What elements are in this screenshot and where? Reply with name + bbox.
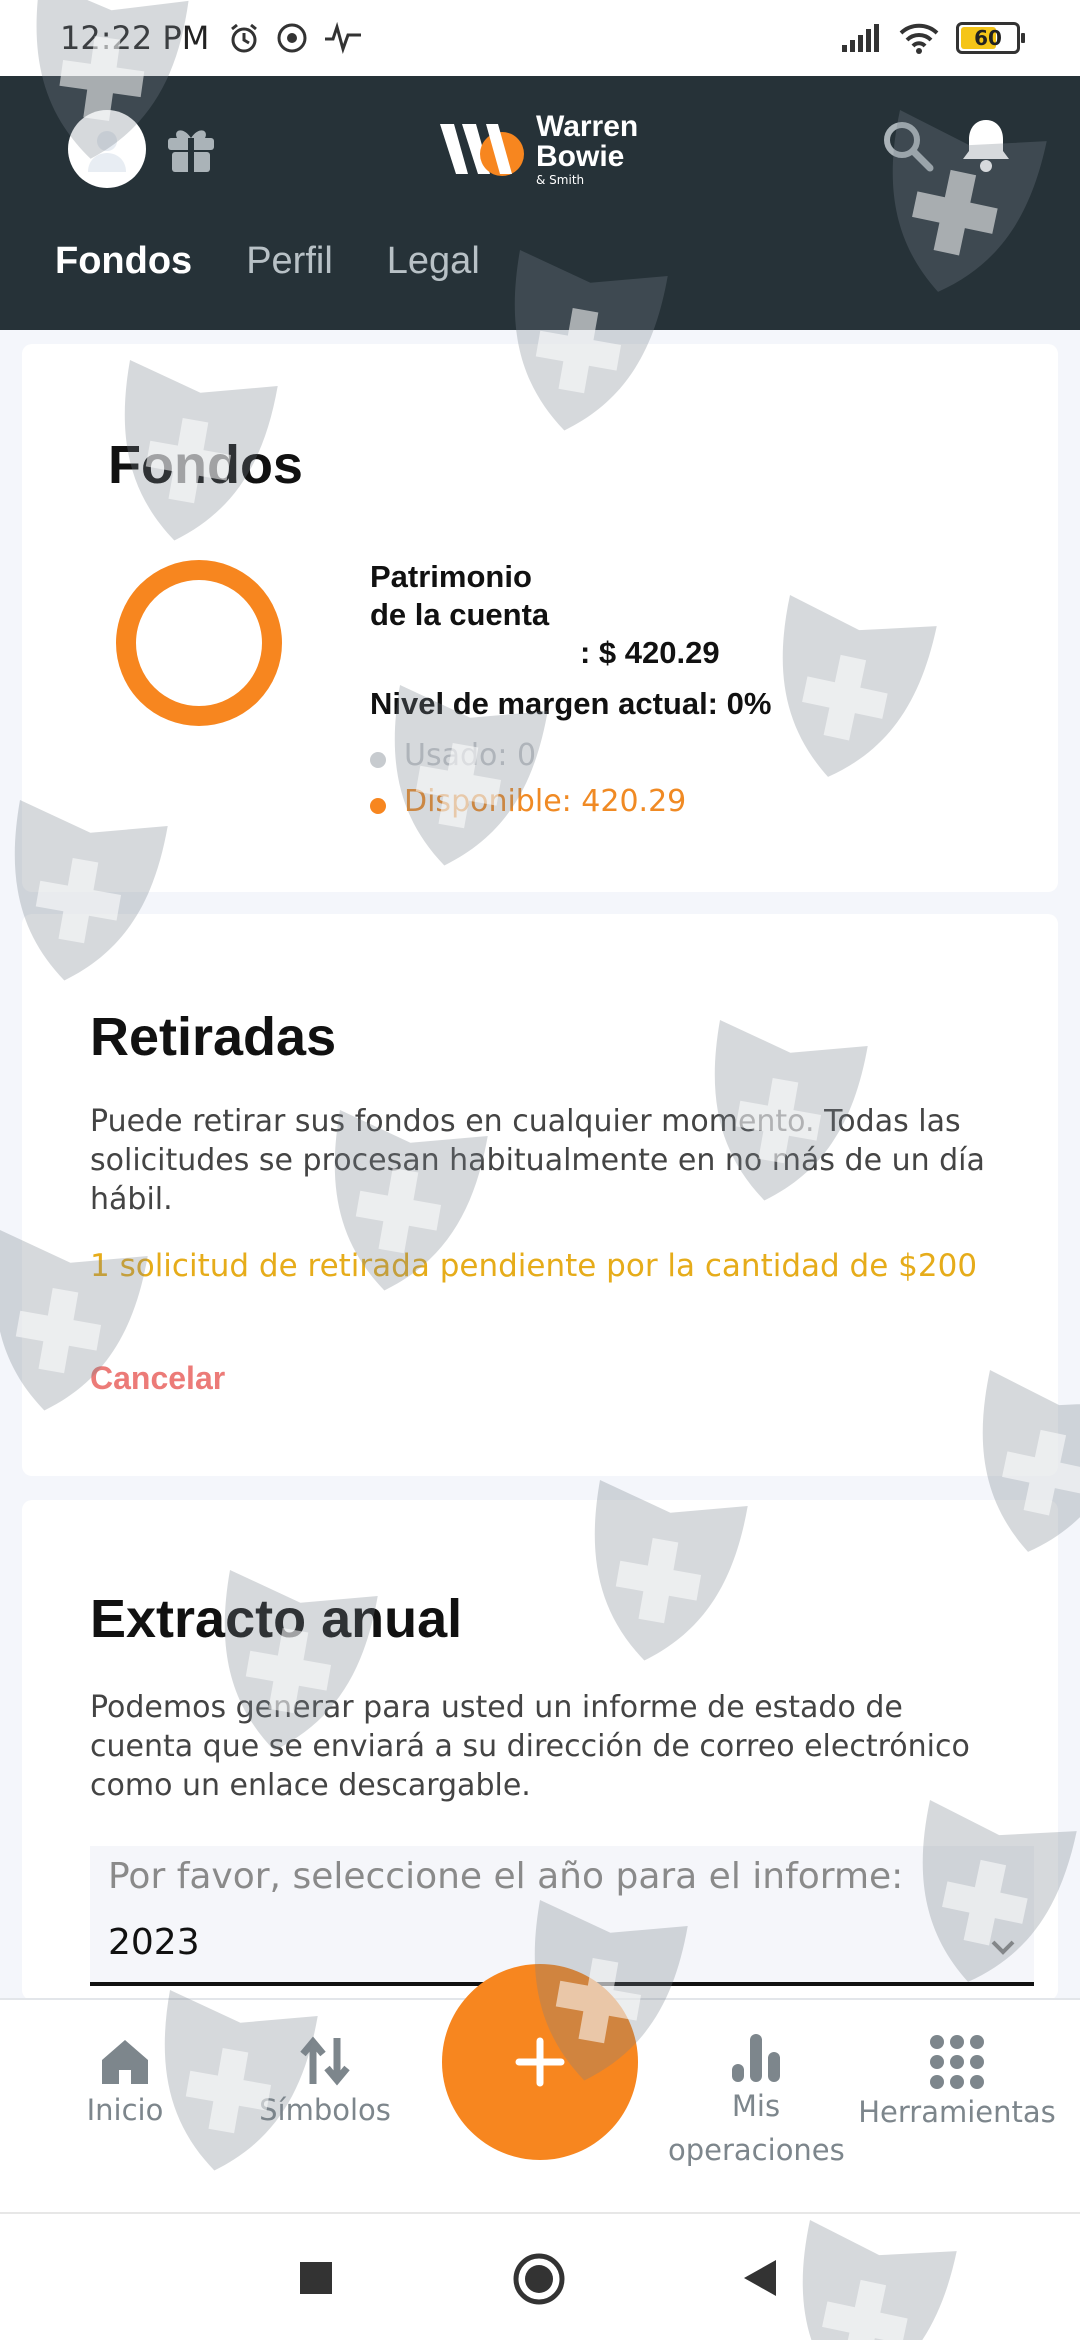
home-circle-icon[interactable] [512, 2252, 566, 2306]
nav-mis-operaciones-label: Mis operaciones [668, 2089, 845, 2167]
logo-line-1: Warren [536, 110, 639, 143]
battery-level: 60 [974, 26, 1002, 50]
available-dot [370, 797, 386, 814]
cancel-withdrawal-link[interactable]: Cancelar [90, 1360, 225, 1397]
logo-line-3: & Smith [536, 173, 585, 187]
tab-fondos[interactable]: Fondos [55, 240, 192, 283]
tab-bar: Fondos Perfil Legal [55, 240, 480, 283]
swap-arrows-icon [300, 2036, 350, 2086]
year-select[interactable]: Por favor, seleccione el año para el inf… [90, 1846, 1034, 1986]
nav-herramientas-label: Herramientas [858, 2095, 1056, 2129]
chevron-down-icon [991, 1940, 1015, 1955]
pending-withdrawal-notice: 1 solicitud de retirada pendiente por la… [90, 1248, 978, 1284]
legend-available: Disponible: 420.29 [370, 784, 686, 819]
alarm-icon [231, 23, 258, 53]
user-icon [88, 131, 126, 172]
funds-card: Fondos Patrimonio de la cuenta : $ 420.2… [22, 344, 1058, 892]
grid-dots-icon [930, 2035, 984, 2089]
search-icon[interactable] [880, 118, 936, 174]
statement-card: Extracto anual Podemos generar para uste… [22, 1500, 1058, 2000]
status-bar: 12:22 PM 60 [0, 0, 1080, 76]
nav-herramientas[interactable]: Herramientas [852, 2034, 1062, 2134]
statement-title: Extracto anual [90, 1589, 463, 1649]
nav-inicio-label: Inicio [86, 2093, 164, 2127]
bell-icon[interactable] [960, 116, 1012, 174]
battery-icon: 60 [956, 22, 1025, 54]
withdrawals-description: Puede retirar sus fondos en cualquier mo… [90, 1104, 985, 1217]
gift-icon[interactable] [164, 120, 218, 174]
tab-perfil[interactable]: Perfil [246, 240, 333, 283]
status-time: 12:22 PM [60, 19, 210, 57]
activity-icon [325, 21, 362, 54]
year-select-label: Por favor, seleccione el año para el inf… [108, 1856, 904, 1897]
nav-mis-operaciones[interactable]: Mis operaciones [668, 2030, 845, 2172]
withdrawals-card: Retiradas Puede retirar sus fondos en cu… [22, 914, 1058, 1476]
signal-icon [842, 24, 879, 52]
used-dot [370, 751, 386, 768]
withdrawals-title: Retiradas [90, 1007, 337, 1067]
available-label: Disponible: 420.29 [404, 784, 687, 819]
app-header: Warren Bowie & Smith Fondos Perfil Legal [0, 76, 1080, 330]
used-label: Usado: 0 [404, 738, 537, 773]
logo-mark-icon [440, 124, 524, 176]
avatar[interactable] [68, 110, 146, 188]
back-triangle-icon[interactable] [742, 2258, 778, 2298]
chrome-icon [277, 23, 307, 53]
add-fab-button[interactable] [442, 1964, 638, 2160]
funds-ring-chart [116, 560, 282, 726]
nav-simbolos[interactable]: Símbolos [250, 2034, 400, 2132]
logo: Warren Bowie & Smith [436, 112, 638, 186]
nav-simbolos-label: Símbolos [259, 2093, 391, 2127]
home-icon [102, 2040, 148, 2084]
equity-label: Patrimonio de la cuenta [370, 559, 550, 632]
plus-icon [515, 2037, 565, 2087]
tab-legal[interactable]: Legal [387, 240, 480, 283]
statement-description: Podemos generar para usted un informe de… [90, 1690, 970, 1803]
bar-chart-icon [732, 2034, 780, 2082]
recents-square-icon[interactable] [300, 2262, 332, 2294]
margin-level: Nivel de margen actual: 0% [370, 686, 772, 721]
equity-value: : $ 420.29 [580, 635, 720, 670]
logo-line-2: Bowie [536, 140, 625, 173]
year-select-value: 2023 [108, 1922, 200, 1963]
system-nav-bar [0, 2212, 1080, 2340]
nav-inicio[interactable]: Inicio [70, 2034, 180, 2132]
legend-used: Usado: 0 [370, 738, 536, 773]
funds-title: Fondos [108, 435, 303, 495]
wifi-icon [899, 23, 939, 54]
